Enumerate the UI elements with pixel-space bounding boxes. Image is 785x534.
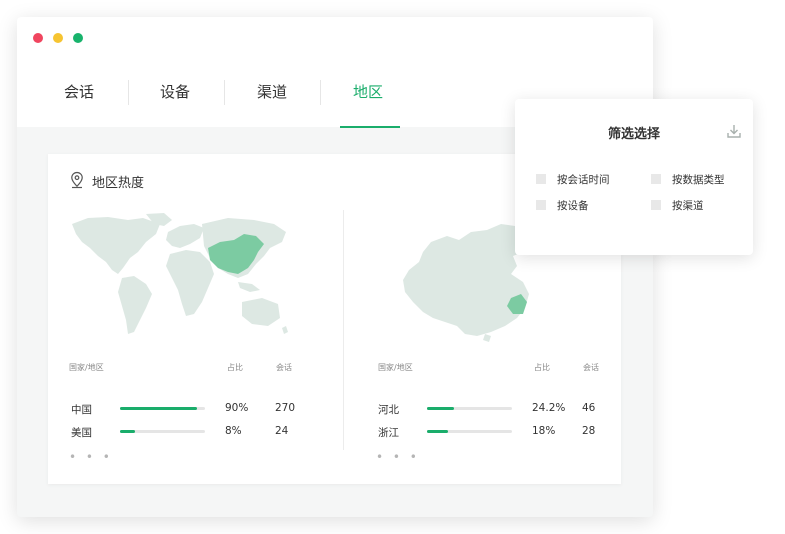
- column-divider: [343, 210, 344, 450]
- ratio-bar: [427, 407, 512, 410]
- column-header-region: 国家/地区: [69, 363, 104, 372]
- filter-popup: 筛选选择 按会话时间 按数据类型 按设备 按渠道: [515, 99, 753, 255]
- filter-option-session-time[interactable]: 按会话时间: [536, 172, 610, 186]
- ratio-bar-fill: [120, 407, 197, 410]
- active-tab-indicator: [340, 126, 400, 128]
- column-header-ratio: 占比: [534, 363, 550, 372]
- ratio-bar-fill: [120, 430, 136, 433]
- row-ratio: 24.2%: [532, 402, 566, 414]
- row-ratio: 18%: [532, 425, 556, 437]
- ratio-bar: [120, 430, 205, 433]
- download-icon[interactable]: [726, 123, 742, 139]
- ratio-bar-fill: [427, 430, 449, 433]
- app-window: 会话 设备 渠道 地区 地区热度 国家/地区 占比 会话 中国 90% 270 …: [17, 17, 653, 517]
- card-title: 地区热度: [92, 176, 145, 191]
- checkbox[interactable]: [536, 200, 546, 210]
- location-pin-icon: [71, 171, 83, 189]
- checkbox[interactable]: [651, 174, 661, 184]
- ratio-bar-fill: [427, 407, 455, 410]
- tab-channels[interactable]: 渠道: [257, 81, 287, 103]
- filter-option-device[interactable]: 按设备: [536, 198, 589, 212]
- row-ratio: 8%: [225, 425, 242, 437]
- row-count: 24: [275, 425, 289, 437]
- tab-devices[interactable]: 设备: [160, 81, 190, 103]
- row-ratio: 90%: [225, 402, 249, 414]
- column-header-region: 国家/地区: [378, 363, 413, 372]
- ratio-bar: [120, 407, 205, 410]
- maximize-window-button[interactable]: [73, 33, 83, 43]
- tab-sessions[interactable]: 会话: [64, 81, 94, 103]
- row-name: 河北: [378, 404, 399, 416]
- more-indicator[interactable]: • • •: [376, 450, 420, 464]
- filter-option-channel[interactable]: 按渠道: [651, 198, 704, 212]
- more-indicator[interactable]: • • •: [69, 450, 113, 464]
- tab-separator: [224, 80, 225, 105]
- column-header-sessions: 会话: [276, 363, 292, 372]
- checkbox[interactable]: [651, 200, 661, 210]
- tab-region[interactable]: 地区: [353, 81, 383, 103]
- row-name: 浙江: [378, 427, 399, 439]
- row-count: 28: [582, 425, 596, 437]
- filter-option-label: 按会话时间: [557, 173, 610, 186]
- popup-title: 筛选选择: [607, 127, 660, 142]
- filter-option-data-type[interactable]: 按数据类型: [651, 172, 725, 186]
- row-name: 美国: [71, 427, 92, 439]
- filter-option-label: 按渠道: [672, 199, 704, 212]
- filter-option-label: 按设备: [557, 199, 589, 212]
- ratio-bar: [427, 430, 512, 433]
- tab-separator: [128, 80, 129, 105]
- column-header-sessions: 会话: [583, 363, 599, 372]
- row-name: 中国: [71, 404, 92, 416]
- tab-separator: [320, 80, 321, 105]
- column-header-ratio: 占比: [227, 363, 243, 372]
- world-map: [72, 213, 288, 334]
- close-window-button[interactable]: [33, 33, 43, 43]
- row-count: 270: [275, 402, 296, 414]
- checkbox[interactable]: [536, 174, 546, 184]
- row-count: 46: [582, 402, 596, 414]
- filter-option-label: 按数据类型: [672, 173, 725, 186]
- minimize-window-button[interactable]: [53, 33, 63, 43]
